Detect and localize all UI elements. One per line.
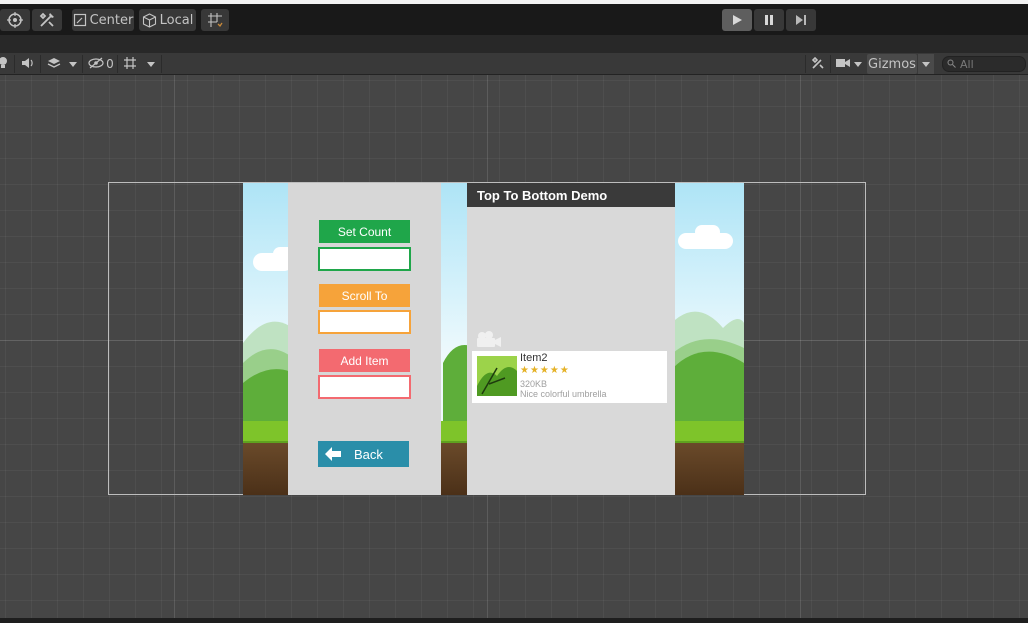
play-icon [731, 14, 743, 26]
eye-slash-icon [88, 57, 104, 72]
list-title: Top To Bottom Demo [467, 183, 675, 207]
pivot-mode-button[interactable]: Center [72, 9, 134, 31]
tool-settings-button[interactable] [808, 54, 828, 74]
step-button[interactable] [786, 9, 816, 31]
orbit-icon [6, 11, 24, 29]
hidden-objects-toggle[interactable]: 0 [86, 54, 116, 74]
main-toolbar: Center Local [0, 4, 1028, 35]
separator [117, 55, 118, 73]
pivot-icon [73, 13, 87, 27]
camera-settings-dropdown[interactable] [852, 54, 864, 74]
separator [14, 55, 15, 73]
set-count-input[interactable] [318, 247, 411, 271]
scene-view-toolbar: 0 Gizmos All [0, 53, 1028, 75]
item-size: 320KB [520, 379, 548, 389]
tools-icon [38, 11, 56, 29]
view-tool-button[interactable] [0, 9, 30, 31]
back-button[interactable]: Back [318, 441, 409, 467]
play-button[interactable] [722, 9, 752, 31]
hierarchy-search-input[interactable]: All [942, 56, 1026, 72]
pivot-rotation-button[interactable]: Local [139, 9, 196, 31]
scroll-to-input[interactable] [318, 310, 411, 334]
cloud [695, 225, 720, 239]
bottom-strip [0, 618, 1028, 623]
grid-dropdown[interactable] [143, 54, 159, 74]
audio-toggle[interactable] [18, 54, 38, 74]
arrow-left-icon [325, 447, 341, 461]
camera-settings-button[interactable] [834, 54, 852, 74]
grid-icon [123, 56, 137, 73]
separator [830, 55, 831, 73]
toolbar-spacer [0, 35, 1028, 53]
layers-icon [47, 57, 61, 72]
pause-icon [763, 14, 775, 26]
effects-dropdown[interactable] [66, 54, 80, 74]
search-icon [947, 58, 956, 71]
cube-icon [142, 12, 157, 28]
lighting-toggle[interactable] [0, 54, 10, 74]
chevron-down-icon [147, 57, 155, 71]
pause-button[interactable] [754, 9, 784, 31]
list-item[interactable]: Item2 ★★★★★ 320KB Nice colorful umbrella [472, 351, 667, 403]
separator [82, 55, 83, 73]
speaker-icon [21, 57, 35, 72]
tools-button[interactable] [32, 9, 62, 31]
chevron-down-icon [922, 57, 930, 71]
chevron-down-icon [854, 57, 862, 71]
item-description: Nice colorful umbrella [520, 389, 607, 399]
video-camera-icon [836, 57, 850, 71]
grid-snap-icon [207, 12, 223, 28]
gizmos-button[interactable]: Gizmos [867, 54, 917, 74]
set-count-button[interactable]: Set Count [319, 220, 410, 243]
tools-icon [811, 56, 825, 73]
pivot-mode-label: Center [89, 12, 134, 28]
scroll-to-button[interactable]: Scroll To [319, 284, 410, 307]
separator [805, 55, 806, 73]
separator [161, 55, 162, 73]
back-label: Back [354, 446, 383, 462]
item-rating: ★★★★★ [520, 365, 570, 376]
effects-toggle[interactable] [44, 54, 64, 74]
step-icon [795, 14, 807, 26]
add-item-input[interactable] [318, 375, 411, 399]
pivot-rotation-label: Local [159, 12, 194, 28]
chevron-down-icon [69, 57, 77, 71]
item-thumbnail [477, 356, 517, 396]
controls-panel: Set Count Scroll To Add Item Back [288, 183, 441, 495]
lightbulb-icon [0, 56, 8, 73]
gizmos-dropdown[interactable] [918, 54, 934, 74]
camera-gizmo-icon[interactable] [474, 330, 502, 353]
grid-toggle[interactable] [120, 54, 140, 74]
hidden-count: 0 [106, 57, 114, 71]
gizmos-label: Gizmos [868, 56, 916, 72]
add-item-button[interactable]: Add Item [319, 349, 410, 372]
separator [40, 55, 41, 73]
snap-settings-button[interactable] [201, 9, 229, 31]
search-placeholder: All [960, 57, 974, 71]
item-name: Item2 [520, 352, 548, 364]
